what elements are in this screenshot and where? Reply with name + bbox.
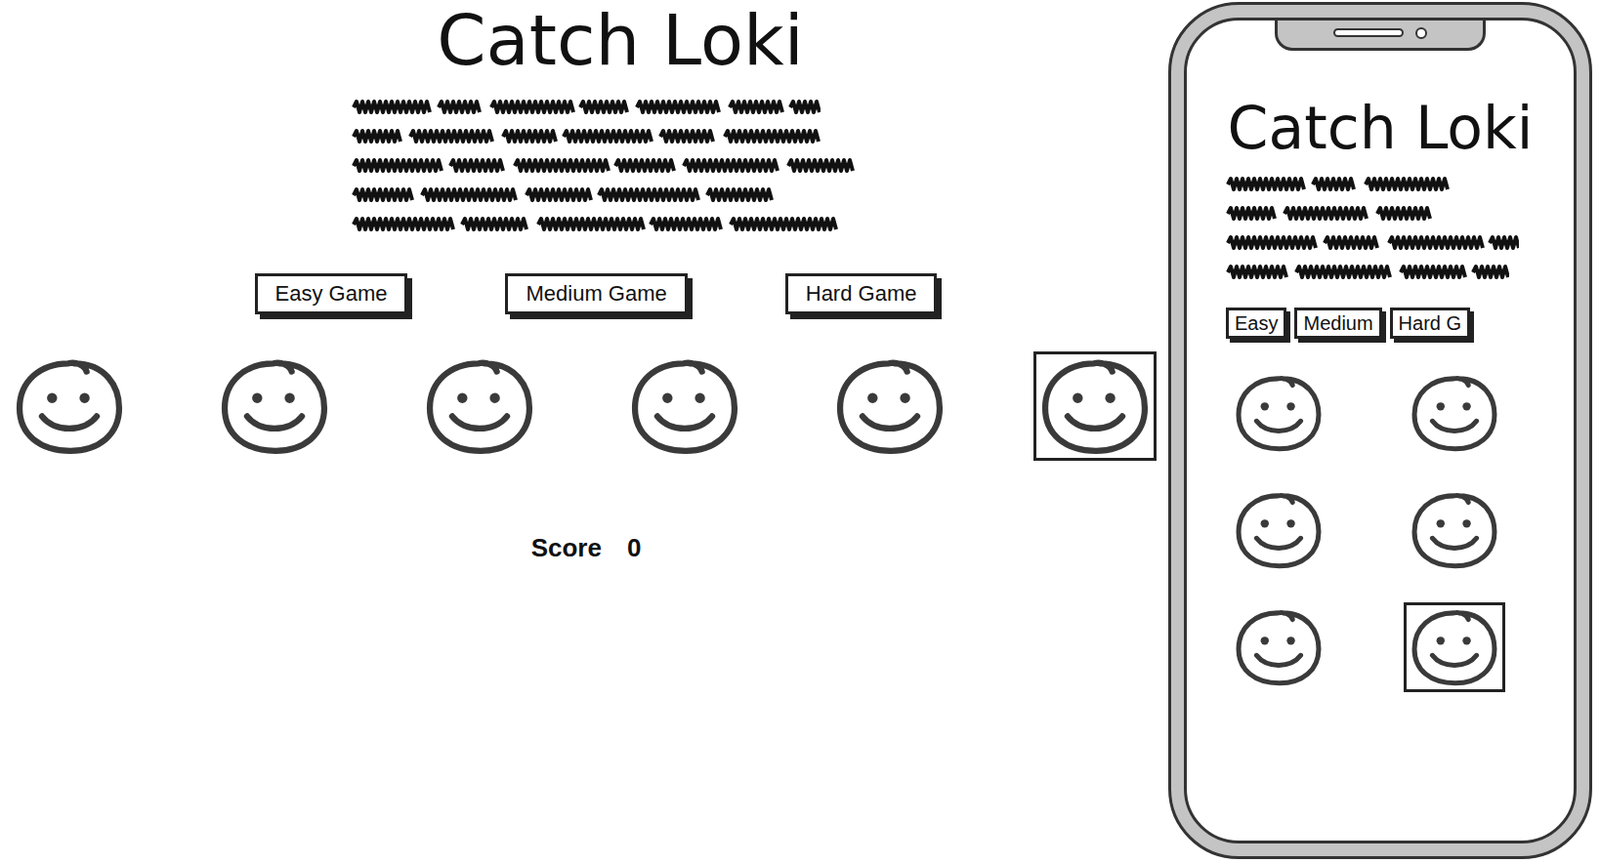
smiley-face-icon <box>1233 372 1324 455</box>
smiley-face-icon <box>833 355 947 458</box>
phone-frame: Catch Loki EasyMediumHard G <box>1168 1 1593 860</box>
difficulty-buttons: EasyMediumHard G <box>1225 307 1574 339</box>
game-title: Catch Loki <box>1186 97 1574 160</box>
score-display: Score 0 <box>0 529 1163 568</box>
smiley-face-icon <box>422 355 537 458</box>
placeholder-text-icon <box>1225 202 1436 226</box>
smiley-face-icon <box>1409 606 1500 689</box>
loki-hole[interactable] <box>1403 602 1506 693</box>
placeholder-text-icon <box>351 212 865 237</box>
description-text <box>263 95 899 237</box>
phone-view: Catch Loki EasyMediumHard G <box>1162 0 1600 863</box>
difficulty-buttons: Easy Game Medium Game Hard Game <box>0 273 1163 316</box>
placeholder-text-icon <box>351 183 792 208</box>
smiley-face-icon <box>1409 489 1500 572</box>
speaker-icon <box>1333 28 1404 38</box>
difficulty-button[interactable]: Medium <box>1294 307 1382 339</box>
difficulty-button[interactable]: Medium Game <box>505 273 687 316</box>
placeholder-text-icon <box>1225 260 1510 285</box>
score-label: Score <box>531 529 602 568</box>
smiley-face-icon <box>1233 606 1324 689</box>
smiley-face-icon <box>217 355 332 458</box>
placeholder-text-icon <box>351 125 831 149</box>
placeholder-text-icon <box>351 154 870 178</box>
smiley-face-icon <box>628 355 742 458</box>
difficulty-button[interactable]: Easy <box>1225 307 1287 339</box>
difficulty-button[interactable]: Easy Game <box>254 273 409 316</box>
loki-hole[interactable] <box>623 351 747 462</box>
loki-hole[interactable] <box>1227 485 1330 576</box>
loki-hole[interactable] <box>1227 602 1330 693</box>
smiley-face-icon <box>12 355 127 458</box>
placeholder-text-icon <box>1225 172 1471 197</box>
smiley-face-icon <box>1233 489 1324 572</box>
loki-hole[interactable] <box>7 351 131 462</box>
phone-notch <box>1274 17 1486 51</box>
loki-hole[interactable] <box>1403 368 1506 459</box>
camera-icon <box>1415 27 1428 40</box>
loki-hole[interactable] <box>212 351 337 462</box>
loki-hole[interactable] <box>828 351 952 462</box>
game-title: Catch Loki <box>0 3 1163 79</box>
difficulty-button[interactable]: Hard Game <box>785 273 938 316</box>
placeholder-text-icon <box>351 95 821 120</box>
placeholder-text-icon <box>1225 231 1519 255</box>
difficulty-button[interactable]: Hard G <box>1389 307 1471 339</box>
description-text <box>1225 172 1539 285</box>
game-board <box>1227 368 1574 693</box>
loki-hole[interactable] <box>418 351 542 462</box>
loki-hole[interactable] <box>1227 368 1330 459</box>
loki-hole[interactable] <box>1033 351 1157 462</box>
smiley-face-icon <box>1409 372 1500 455</box>
loki-hole[interactable] <box>1403 485 1506 576</box>
game-board <box>0 351 1163 462</box>
phone-screen: Catch Loki EasyMediumHard G <box>1183 17 1577 844</box>
desktop-view: Catch Loki Easy Game Medium Game Hard Game S… <box>0 0 1163 863</box>
smiley-face-icon <box>1038 355 1152 458</box>
score-value: 0 <box>627 529 641 568</box>
